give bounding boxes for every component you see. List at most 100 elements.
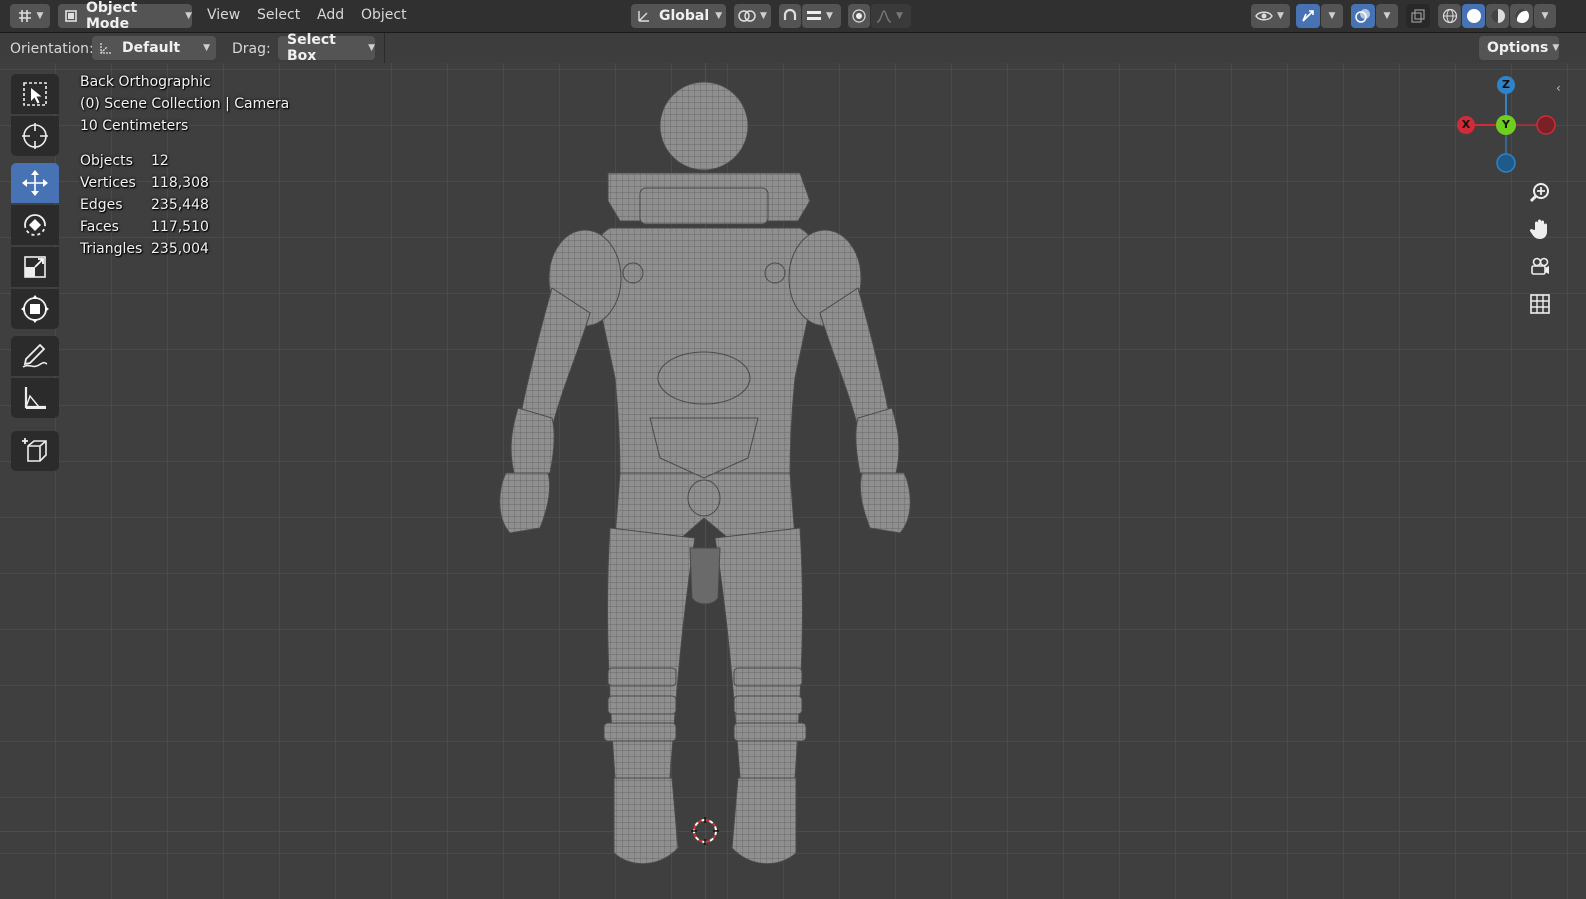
overlay-icon: [1355, 8, 1371, 24]
astronaut-model[interactable]: [490, 78, 920, 878]
select-box-icon: [21, 80, 49, 108]
move-icon: [20, 168, 50, 198]
pivot-point-dropdown[interactable]: ▼: [734, 4, 771, 28]
snap-target-dropdown[interactable]: ▼: [802, 4, 841, 28]
transform-orientation-dropdown[interactable]: Global ▼: [631, 4, 726, 28]
proportional-edit-toggle[interactable]: [848, 4, 870, 28]
visibility-icon: [1255, 9, 1273, 23]
transform-icon: [20, 294, 50, 324]
scale-tool[interactable]: [11, 247, 59, 287]
mode-label: Object Mode: [86, 0, 138, 32]
solid-shading-icon: [1466, 8, 1482, 24]
stat-label: Triangles: [80, 241, 143, 257]
annotate-tool[interactable]: [11, 336, 59, 376]
scale-icon: [21, 253, 49, 281]
orientation-value: Default: [122, 40, 181, 56]
drag-dropdown[interactable]: Select Box ▼: [278, 32, 375, 64]
overlay-dropdown[interactable]: ▼: [1376, 4, 1398, 28]
menu-select[interactable]: Select: [257, 7, 300, 23]
stat-value: 235,448: [151, 197, 209, 213]
solid-shading-button[interactable]: [1462, 4, 1485, 28]
select-box-tool[interactable]: [11, 74, 59, 114]
object-mode-icon: [64, 9, 78, 23]
menu-view[interactable]: View: [207, 7, 240, 23]
rotate-tool[interactable]: [11, 205, 59, 245]
camera-view-button[interactable]: [1523, 250, 1557, 284]
zoom-button[interactable]: [1523, 175, 1557, 209]
editor-type-icon: [17, 8, 33, 24]
toolbar-divider: [384, 33, 385, 63]
shading-dropdown[interactable]: ▼: [1534, 4, 1556, 28]
hand-pan-icon: [1529, 218, 1551, 240]
cursor-icon: [21, 122, 49, 150]
orientation-global-label: Global: [659, 8, 710, 24]
mode-dropdown[interactable]: Object Mode ▼: [58, 0, 192, 32]
xray-icon: [1411, 9, 1425, 23]
snap-increment-icon: [806, 8, 822, 24]
falloff-dropdown[interactable]: ▼: [871, 4, 911, 28]
3d-viewport[interactable]: Back Orthographic (0) Scene Collection |…: [0, 63, 1586, 899]
wireframe-shading-icon: [1442, 8, 1458, 24]
ortho-toggle-button[interactable]: [1523, 287, 1557, 321]
navigation-gizmo[interactable]: Z Y X: [1452, 71, 1562, 181]
drag-value: Select Box: [287, 32, 336, 64]
proportional-edit-icon: [852, 9, 866, 23]
camera-view-icon: [1529, 256, 1551, 278]
pivot-icon: [738, 8, 756, 24]
gizmo-dropdown[interactable]: ▼: [1321, 4, 1343, 28]
stat-value: 118,308: [151, 175, 209, 191]
overlay-toggle[interactable]: [1351, 4, 1375, 28]
menu-add[interactable]: Add: [317, 7, 344, 23]
measure-icon: [21, 384, 49, 412]
wireframe-shading-button[interactable]: [1438, 4, 1461, 28]
grid-scale-label: 10 Centimeters: [80, 118, 189, 134]
tool-settings-bar: Orientation: Default ▼ Drag: Select Box …: [0, 32, 1586, 64]
chevron-down-icon: ▼: [1328, 11, 1336, 21]
transform-orientation-icon: [637, 9, 651, 23]
gizmo-z-axis[interactable]: Z: [1497, 76, 1515, 94]
sidebar-toggle-icon[interactable]: ‹: [1556, 81, 1561, 95]
stat-value: 12: [151, 153, 169, 169]
object-visibility-dropdown[interactable]: ▼: [1251, 4, 1290, 28]
options-label: Options: [1487, 40, 1549, 56]
gizmo-y-axis[interactable]: Y: [1496, 115, 1516, 135]
view-name: Back Orthographic: [80, 74, 211, 90]
gizmo-icon: [1300, 8, 1316, 24]
options-dropdown[interactable]: Options ▼: [1479, 36, 1559, 60]
material-preview-button[interactable]: [1486, 4, 1509, 28]
stat-label: Objects: [80, 153, 133, 169]
stat-value: 235,004: [151, 241, 209, 257]
add-cube-icon: [20, 436, 50, 466]
falloff-icon: [876, 9, 892, 23]
orientation-dropdown[interactable]: Default ▼: [92, 36, 216, 60]
stat-label: Edges: [80, 197, 123, 213]
rendered-shading-button[interactable]: [1510, 4, 1533, 28]
stat-value: 117,510: [151, 219, 209, 235]
pan-button[interactable]: [1523, 212, 1557, 246]
add-cube-tool[interactable]: [11, 431, 59, 471]
xray-toggle[interactable]: [1406, 4, 1430, 28]
snap-toggle[interactable]: [779, 4, 801, 28]
rotate-icon: [20, 210, 50, 240]
cursor-tool[interactable]: [11, 116, 59, 156]
chevron-down-icon: ▼: [1383, 11, 1391, 21]
rendered-shading-icon: [1514, 8, 1530, 24]
gizmo-x-axis[interactable]: X: [1457, 116, 1475, 134]
menu-object[interactable]: Object: [361, 7, 407, 23]
editor-type-button[interactable]: ▼: [10, 4, 50, 28]
collection-label: (0) Scene Collection | Camera: [80, 96, 290, 112]
drag-label: Drag:: [232, 41, 271, 57]
zoom-icon: [1529, 181, 1551, 203]
snap-icon: [782, 8, 798, 24]
measure-tool[interactable]: [11, 378, 59, 418]
3d-cursor-icon[interactable]: [691, 817, 719, 845]
stat-label: Vertices: [80, 175, 136, 191]
stat-label: Faces: [80, 219, 119, 235]
annotate-icon: [20, 341, 50, 371]
move-tool[interactable]: [11, 163, 59, 203]
transform-tool[interactable]: [11, 289, 59, 329]
orientation-label: Orientation:: [10, 41, 94, 57]
gizmo-toggle[interactable]: [1296, 4, 1320, 28]
viewport-header: ▼ Object Mode ▼ View Select Add Object G…: [0, 0, 1586, 33]
orientation-icon: [98, 41, 114, 55]
